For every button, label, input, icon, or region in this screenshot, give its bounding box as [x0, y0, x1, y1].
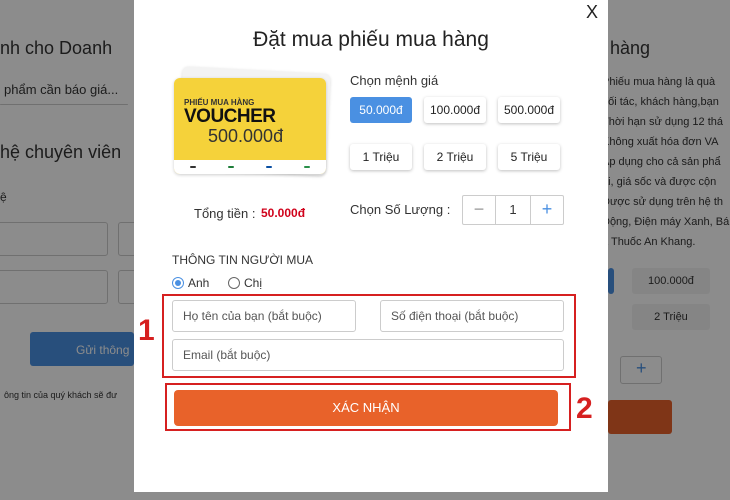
- quantity-label: Chọn Số Lượng :: [350, 202, 451, 217]
- total-value: 50.000đ: [261, 206, 306, 220]
- voucher-amount: 500.000đ: [208, 126, 284, 146]
- callout-box-form: [162, 294, 576, 378]
- gender-radio-anh[interactable]: Anh: [172, 276, 209, 290]
- quantity-stepper: − 1 +: [462, 195, 564, 225]
- callout-number-2: 2: [576, 392, 593, 425]
- gender-label-anh: Anh: [188, 276, 210, 290]
- denomination-1tr-button[interactable]: 1 Triệu: [350, 144, 412, 170]
- brand-logo-icon: [266, 166, 272, 168]
- denomination-100k-button[interactable]: 100.000đ: [424, 97, 486, 123]
- brand-logo-icon: [190, 166, 196, 168]
- callout-box-submit: [165, 383, 571, 431]
- voucher-image: PHIẾU MUA HÀNG VOUCHER 500.000đ: [174, 78, 326, 174]
- brand-logo-icon: [228, 166, 234, 168]
- voucher-word: VOUCHER: [184, 106, 276, 127]
- radio-checked-icon: [172, 277, 184, 289]
- callout-number-1: 1: [138, 314, 155, 347]
- radio-unchecked-icon: [228, 277, 240, 289]
- voucher-brand-strip: [174, 160, 326, 174]
- denomination-label: Chọn mệnh giá: [350, 73, 439, 88]
- total-label: Tổng tiền :: [194, 206, 256, 221]
- gender-radio-chi[interactable]: Chị: [228, 276, 262, 290]
- buyer-info-heading: THÔNG TIN NGƯỜI MUA: [172, 253, 313, 267]
- minus-icon[interactable]: −: [463, 196, 495, 224]
- denomination-2tr-button[interactable]: 2 Triệu: [424, 144, 486, 170]
- denomination-50k-button[interactable]: 50.000đ: [350, 97, 412, 123]
- quantity-value[interactable]: 1: [495, 196, 531, 224]
- modal-title: Đặt mua phiếu mua hàng: [253, 28, 489, 51]
- close-icon[interactable]: X: [586, 2, 598, 22]
- plus-icon[interactable]: +: [531, 196, 563, 224]
- denomination-5tr-button[interactable]: 5 Triệu: [498, 144, 560, 170]
- denomination-500k-button[interactable]: 500.000đ: [498, 97, 560, 123]
- gender-label-chi: Chị: [244, 276, 263, 290]
- brand-logo-icon: [304, 166, 310, 168]
